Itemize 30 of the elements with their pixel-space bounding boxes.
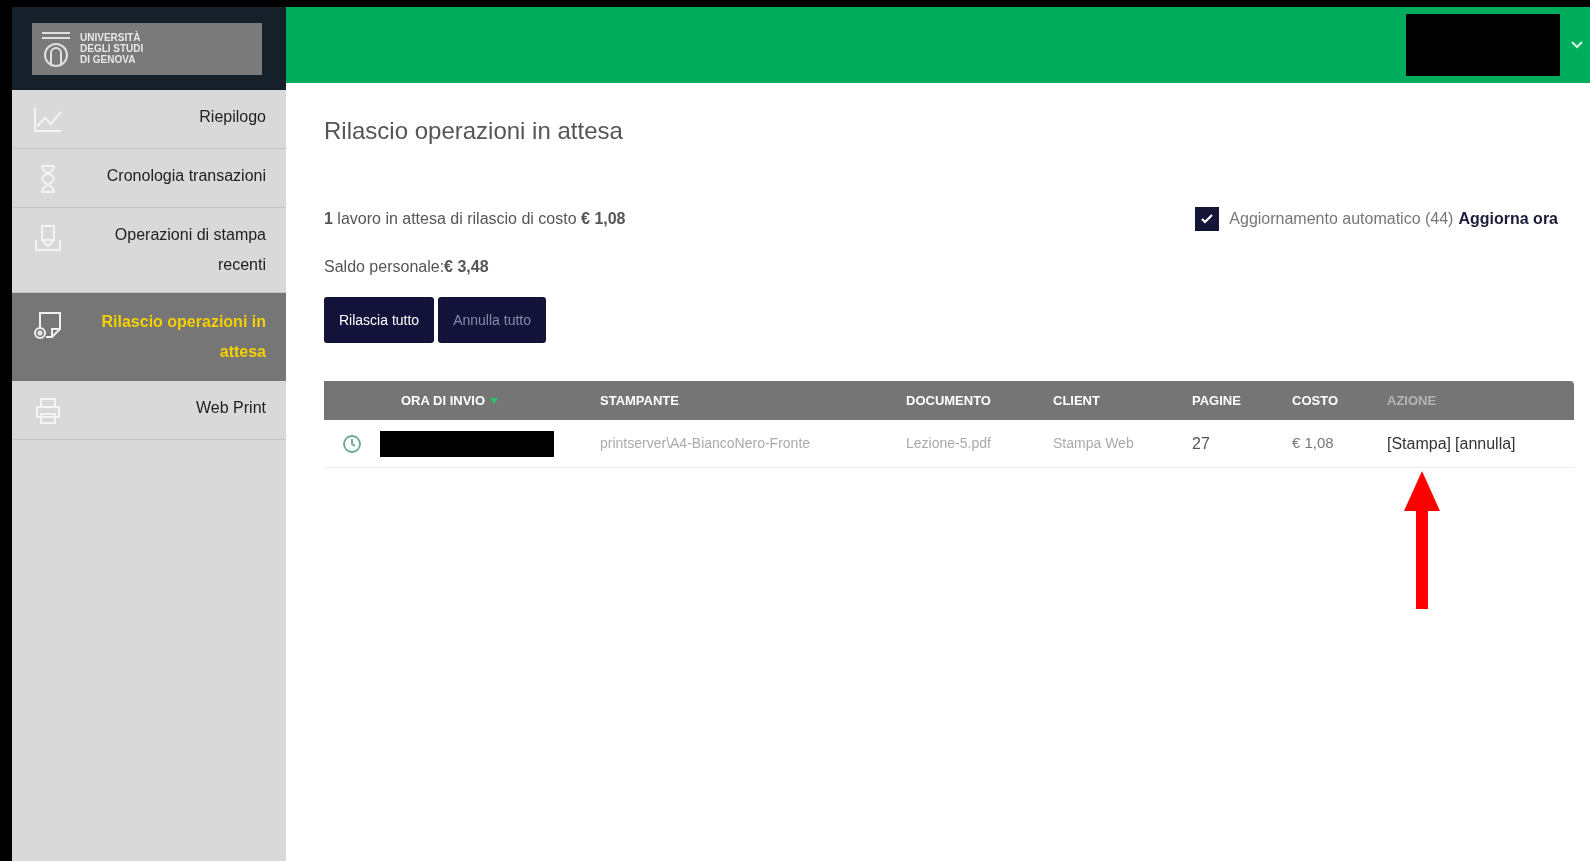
pending-summary: 1 lavoro in attesa di rilascio di costo € 1,08 bbox=[324, 209, 626, 229]
table-cell: 27 bbox=[1192, 434, 1210, 452]
column-header[interactable]: STAMPANTE bbox=[600, 390, 679, 411]
university-logo[interactable]: UNIVERSITÀ DEGLI STUDI DI GENOVA bbox=[32, 22, 262, 75]
column-header[interactable]: CLIENT bbox=[1053, 390, 1100, 411]
table-cell: € 1,08 bbox=[1292, 434, 1334, 452]
clock-icon bbox=[342, 433, 362, 454]
table-cell: printserver\A4-BiancoNero-Fronte bbox=[600, 435, 811, 452]
logo-text: DEGLI STUDI bbox=[80, 43, 144, 54]
page-title: Rilascio operazioni in attesa bbox=[324, 116, 624, 146]
sidebar-item[interactable]: Rilascio operazioni in attesa bbox=[12, 293, 286, 381]
sort-icon[interactable] bbox=[489, 396, 500, 405]
refresh-now-link[interactable]: Aggiorna ora bbox=[1458, 207, 1558, 231]
table-cell: Lezione-5.pdf bbox=[906, 435, 991, 452]
column-header[interactable]: ORA DI INVIO bbox=[401, 390, 486, 411]
column-header[interactable]: DOCUMENTO bbox=[906, 390, 991, 411]
logo-text: DI GENOVA bbox=[80, 54, 137, 65]
release-all-button[interactable]: Rilascia tutto bbox=[324, 297, 435, 343]
column-header[interactable]: PAGINE bbox=[1192, 390, 1241, 411]
cancel-link[interactable]: [annulla] bbox=[1455, 431, 1516, 456]
table-cell: Stampa Web bbox=[1053, 435, 1134, 452]
auto-refresh-label: Aggiornamento automatico (44) bbox=[1229, 209, 1454, 229]
inbox-tray-icon bbox=[32, 222, 64, 254]
column-header[interactable]: COSTO bbox=[1292, 390, 1338, 411]
logo-text: UNIVERSITÀ bbox=[80, 32, 142, 43]
document-icon bbox=[32, 309, 64, 341]
balance-text: Saldo personale:€ 3,48 bbox=[324, 257, 490, 277]
print-link[interactable]: [Stampa] bbox=[1387, 431, 1452, 456]
chevron-down-icon[interactable] bbox=[1570, 40, 1584, 50]
auto-refresh-checkbox[interactable] bbox=[1195, 207, 1220, 231]
